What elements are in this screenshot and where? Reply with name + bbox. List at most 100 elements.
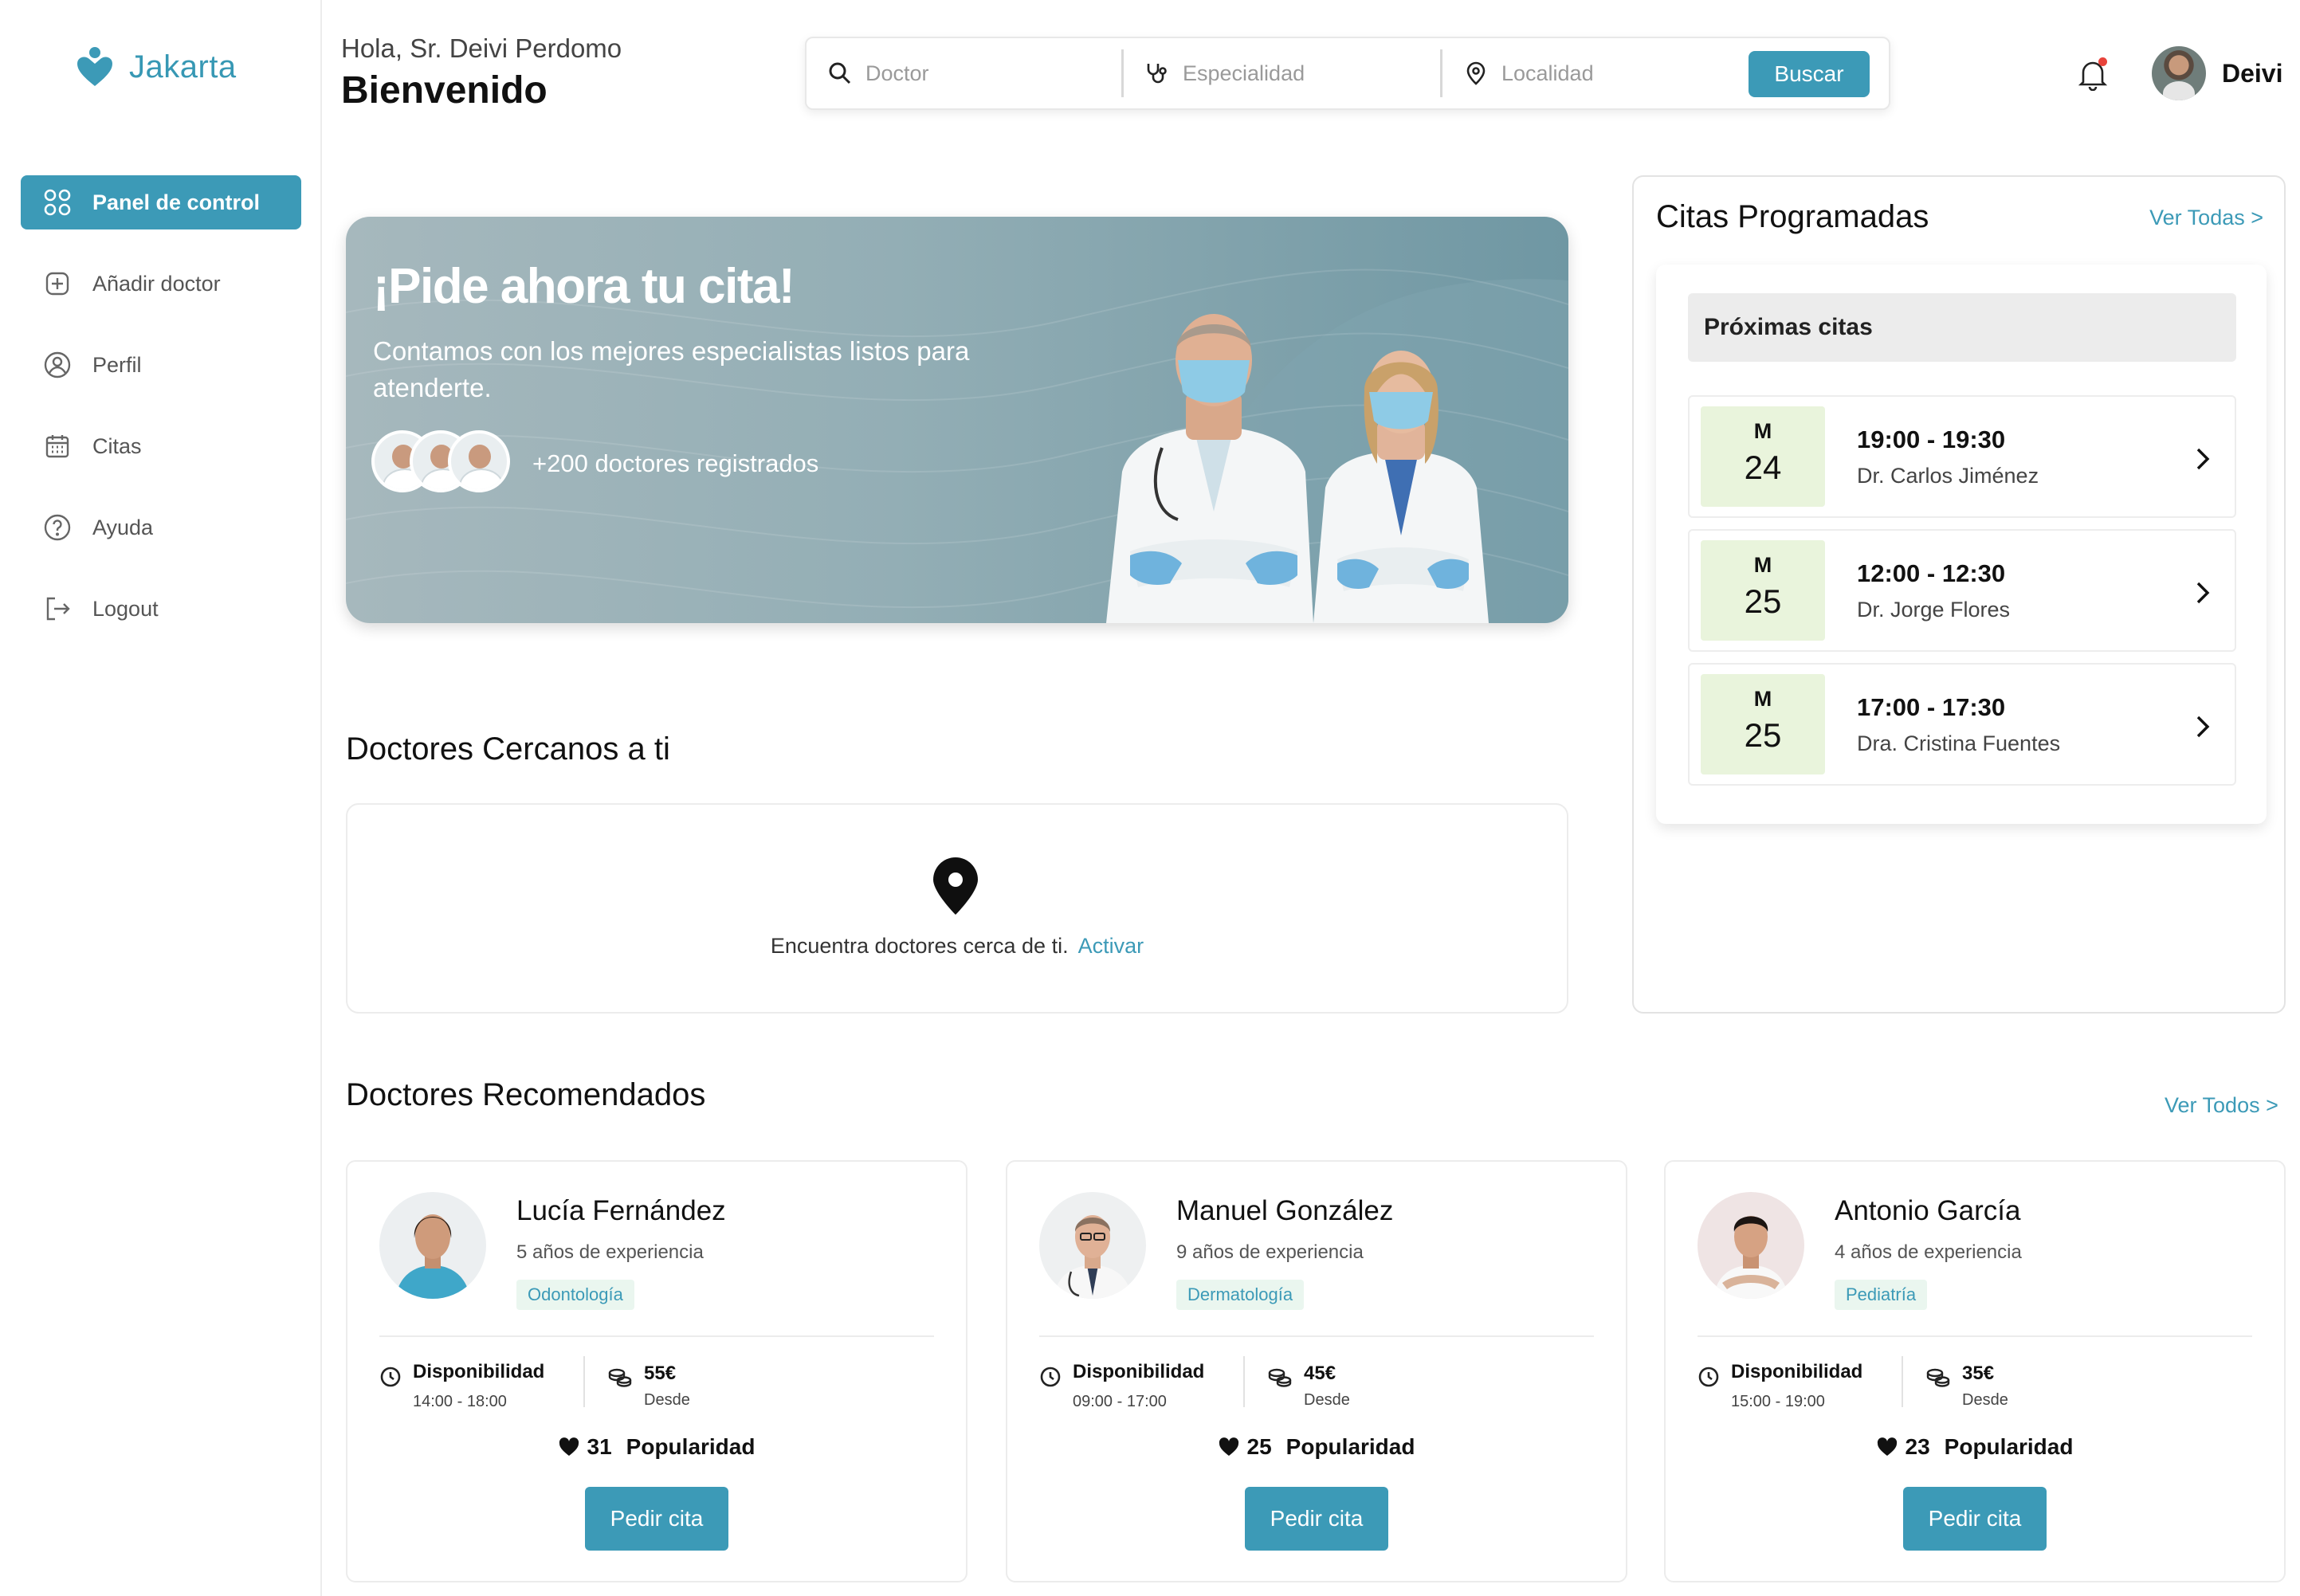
notifications-button[interactable] [2077, 57, 2109, 92]
sidebar-item-logout[interactable]: Logout [21, 582, 301, 636]
coins-icon [1268, 1368, 1292, 1387]
nearby-text: Encuentra doctores cerca de ti. [770, 934, 1069, 958]
heart-icon [1219, 1437, 1238, 1456]
book-appointment-button[interactable]: Pedir cita [1245, 1487, 1388, 1551]
sidebar-item-label: Perfil [92, 352, 142, 377]
nearby-message: Encuentra doctores cerca de ti. Activar [347, 934, 1567, 959]
activate-location-link[interactable]: Activar [1078, 934, 1144, 958]
user-name[interactable]: Deivi [2222, 59, 2282, 88]
appointment-month: M [1753, 553, 1772, 577]
map-pin-icon [933, 857, 978, 915]
app-name: Jakarta [129, 49, 237, 84]
sidebar-item-label: Panel de control [92, 190, 261, 214]
appointment-date: M 25 [1701, 674, 1825, 774]
doctor-name: Manuel González [1176, 1195, 1394, 1226]
sidebar-item-appointments[interactable]: Citas [21, 419, 301, 473]
app-logo[interactable]: Jakarta [77, 46, 237, 88]
availability: Disponibilidad 14:00 - 18:00 [379, 1361, 544, 1411]
doctor-photo [1698, 1192, 1804, 1299]
sidebar-item-add-doctor[interactable]: Añadir doctor [21, 257, 301, 311]
availability: Disponibilidad 15:00 - 19:00 [1698, 1361, 1862, 1411]
popularity-count: 25 [1246, 1434, 1272, 1459]
appointment-doctor: Dra. Cristina Fuentes [1857, 731, 2061, 755]
appointment-info: 17:00 - 17:30 Dra. Cristina Fuentes [1857, 693, 2060, 756]
upcoming-appointments-card: Próximas citas M 24 19:00 - 19:30 Dr. Ca… [1656, 265, 2267, 824]
search-button[interactable]: Buscar [1749, 51, 1870, 97]
appointment-time: 19:00 - 19:30 [1857, 425, 2006, 453]
coins-icon [608, 1368, 632, 1387]
appointment-item[interactable]: M 25 12:00 - 12:30 Dr. Jorge Flores [1688, 529, 2236, 652]
availability-hours: 15:00 - 19:00 [1731, 1393, 1825, 1410]
appointment-time: 17:00 - 17:30 [1857, 692, 2006, 721]
appointment-date: M 24 [1701, 406, 1825, 507]
dashboard-icon [44, 189, 71, 216]
specialty-search-input[interactable]: Especialidad [1183, 61, 1305, 86]
user-avatar[interactable] [2152, 46, 2206, 100]
availability-label: Disponibilidad [1731, 1361, 1863, 1382]
appointment-item[interactable]: M 25 17:00 - 17:30 Dra. Cristina Fuentes [1688, 663, 2236, 786]
doctor-card: Lucía Fernández 5 años de experiencia Od… [346, 1160, 967, 1582]
search-bar: Doctor Especialidad Localidad Buscar [805, 37, 1890, 110]
see-all-doctors-link[interactable]: Ver Todos > [2165, 1093, 2278, 1118]
appointment-month: M [1753, 687, 1772, 711]
appointment-time: 12:00 - 12:30 [1857, 559, 2006, 587]
heart-person-icon [77, 47, 112, 86]
sidebar: Jakarta Panel de control Añadir doctor P… [0, 0, 322, 1596]
specialty-badge: Pediatría [1835, 1280, 1928, 1310]
price-value: 35€ [1962, 1363, 1995, 1384]
specialty-search-field[interactable]: Especialidad [1124, 49, 1442, 97]
availability-label: Disponibilidad [1073, 1361, 1205, 1382]
sidebar-item-label: Citas [92, 433, 142, 458]
page-title: Bienvenido [341, 69, 548, 112]
logout-icon [46, 597, 70, 621]
divider [583, 1356, 585, 1407]
location-pin-icon [1466, 61, 1486, 85]
availability: Disponibilidad 09:00 - 17:00 [1039, 1361, 1204, 1411]
appointment-day: 25 [1744, 716, 1782, 754]
appointment-doctor: Dr. Carlos Jiménez [1857, 463, 2039, 488]
sidebar-item-dashboard[interactable]: Panel de control [21, 175, 301, 229]
clock-icon [1040, 1367, 1061, 1387]
appointments-title: Citas Programadas [1656, 199, 1929, 234]
location-search-input[interactable]: Localidad [1501, 61, 1594, 86]
book-appointment-button[interactable]: Pedir cita [585, 1487, 728, 1551]
appointment-info: 19:00 - 19:30 Dr. Carlos Jiménez [1857, 425, 2039, 488]
nearby-doctors-panel: Encuentra doctores cerca de ti. Activar [346, 803, 1568, 1014]
sidebar-item-profile[interactable]: Perfil [21, 338, 301, 392]
sidebar-item-label: Añadir doctor [92, 271, 221, 296]
price-from-label: Desde [1962, 1391, 2008, 1409]
location-search-field[interactable]: Localidad [1442, 49, 1745, 97]
popularity: 23 Popularidad [1666, 1434, 2284, 1460]
greeting: Hola, Sr. Deivi Perdomo Bienvenido [341, 33, 622, 112]
coins-icon [1926, 1368, 1950, 1387]
price: 35€ Desde [1925, 1363, 2008, 1410]
doctor-card: Manuel González 9 años de experiencia De… [1006, 1160, 1627, 1582]
see-all-appointments-link[interactable]: Ver Todas > [2149, 206, 2263, 230]
sidebar-item-help[interactable]: Ayuda [21, 500, 301, 555]
user-circle-icon [44, 351, 71, 378]
popularity: 25 Popularidad [1007, 1434, 1626, 1460]
registered-doctors-count: +200 doctores registrados [532, 449, 819, 477]
appointment-item[interactable]: M 24 19:00 - 19:30 Dr. Carlos Jiménez [1688, 395, 2236, 518]
price: 45€ Desde [1267, 1363, 1350, 1410]
book-appointment-button[interactable]: Pedir cita [1903, 1487, 2047, 1551]
heart-icon [559, 1437, 579, 1456]
sidebar-nav: Panel de control Añadir doctor Perfil Ci… [21, 175, 301, 663]
doctors-illustration [1106, 314, 1489, 623]
nearby-doctors-title: Doctores Cercanos a ti [346, 731, 670, 767]
price-value: 55€ [644, 1363, 677, 1384]
greeting-hello: Hola, Sr. Deivi Perdomo [341, 33, 622, 63]
availability-label: Disponibilidad [413, 1361, 545, 1382]
chevron-right-icon [2196, 582, 2210, 604]
doctor-search-field[interactable]: Doctor [807, 49, 1124, 97]
availability-hours: 09:00 - 17:00 [1073, 1393, 1167, 1410]
doctor-search-input[interactable]: Doctor [865, 61, 929, 86]
stethoscope-icon [1147, 64, 1167, 84]
notification-dot [2098, 57, 2107, 66]
doctor-experience: 4 años de experiencia [1835, 1241, 2022, 1263]
card-divider [1039, 1335, 1594, 1337]
divider [1243, 1356, 1245, 1407]
heart-icon [1877, 1437, 1897, 1456]
sidebar-item-label: Ayuda [92, 515, 154, 539]
popularity-label: Popularidad [1944, 1434, 2074, 1459]
